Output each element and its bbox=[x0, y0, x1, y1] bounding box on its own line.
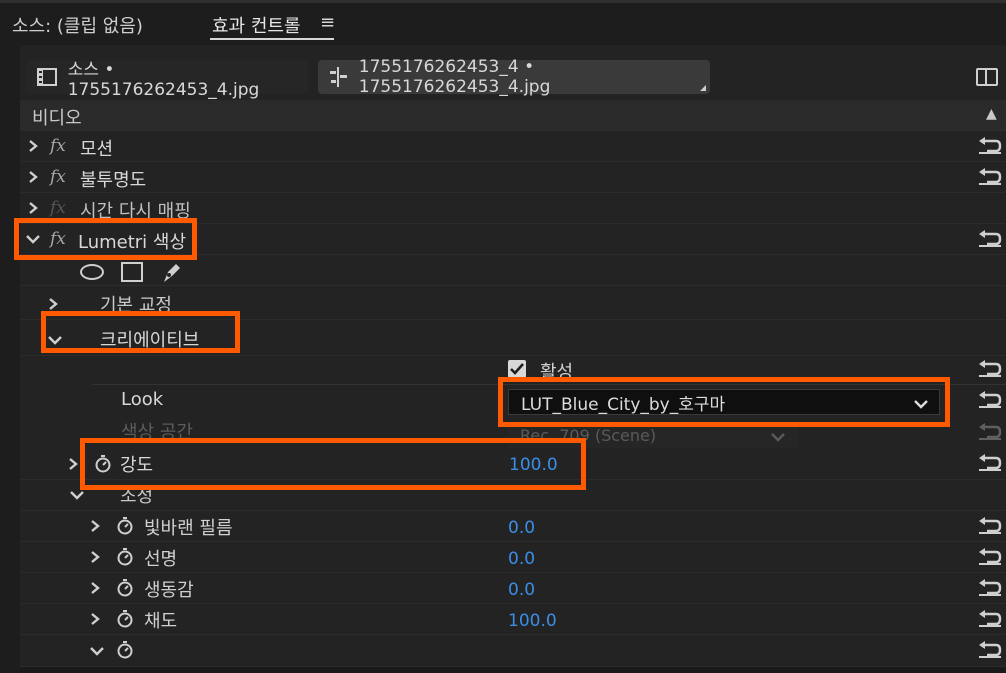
reset-icon[interactable] bbox=[978, 547, 1002, 567]
reset-icon[interactable] bbox=[978, 640, 1002, 660]
dropdown-corner-icon bbox=[700, 85, 706, 91]
ellipse-mask-icon[interactable] bbox=[80, 264, 104, 280]
effect-row-opacity[interactable]: fx 불투명도 bbox=[20, 162, 1006, 193]
highlight-intensity bbox=[80, 438, 586, 490]
highlight-creative bbox=[41, 311, 240, 353]
param-label: 생동감 bbox=[144, 580, 194, 601]
sequence-clip-chip[interactable]: 1755176262453_4 • 1755176262453_4.jpg bbox=[318, 57, 710, 97]
chevron-right-icon[interactable] bbox=[84, 608, 106, 630]
stopwatch-icon[interactable] bbox=[116, 641, 134, 659]
chevron-down-icon[interactable] bbox=[86, 640, 108, 662]
effect-label: 불투명도 bbox=[80, 170, 147, 191]
active-tab-underline bbox=[210, 38, 334, 40]
source-clip-label: 소스 • 1755176262453_4.jpg bbox=[67, 59, 260, 100]
reset-icon[interactable] bbox=[978, 516, 1002, 536]
reset-icon[interactable] bbox=[978, 167, 1002, 187]
chevron-right-icon[interactable] bbox=[22, 166, 44, 188]
fx-icon[interactable]: fx bbox=[50, 136, 66, 156]
enable-checkbox[interactable] bbox=[508, 360, 526, 378]
pen-mask-icon[interactable] bbox=[160, 260, 184, 284]
param-label: 선명 bbox=[144, 549, 178, 570]
param-row-sharpen[interactable]: 선명 0.0 bbox=[20, 542, 1006, 573]
video-section-header: 비디오 ▲ bbox=[20, 100, 1006, 131]
stopwatch-icon[interactable] bbox=[116, 548, 134, 566]
reset-icon[interactable] bbox=[978, 609, 1002, 629]
chevron-right-icon[interactable] bbox=[22, 197, 44, 219]
source-tab[interactable]: 소스: (클립 없음) bbox=[12, 12, 143, 38]
param-value[interactable]: 0.0 bbox=[508, 549, 535, 569]
effect-controls-tab[interactable]: 효과 컨트롤 bbox=[212, 12, 301, 38]
sequence-icon bbox=[328, 66, 349, 88]
reset-icon bbox=[978, 422, 1002, 442]
video-section-label: 비디오 bbox=[32, 108, 82, 129]
reset-icon[interactable] bbox=[978, 359, 1002, 379]
fx-icon[interactable]: fx bbox=[50, 167, 66, 187]
reset-icon[interactable] bbox=[978, 453, 1002, 473]
param-value[interactable]: 0.0 bbox=[508, 518, 535, 538]
stopwatch-icon[interactable] bbox=[116, 579, 134, 597]
panel-header bbox=[0, 3, 1006, 45]
stopwatch-icon[interactable] bbox=[116, 610, 134, 628]
film-icon bbox=[36, 66, 58, 88]
collapse-up-icon[interactable]: ▲ bbox=[986, 106, 997, 122]
param-label: 채도 bbox=[144, 611, 178, 632]
param-row-vibrance[interactable]: 생동감 0.0 bbox=[20, 573, 1006, 604]
param-value[interactable]: 100.0 bbox=[508, 611, 557, 631]
sequence-clip-label: 1755176262453_4 • 1755176262453_4.jpg bbox=[358, 57, 551, 97]
fx-icon[interactable]: fx bbox=[50, 198, 66, 218]
chevron-right-icon[interactable] bbox=[84, 515, 106, 537]
rectangle-mask-icon[interactable] bbox=[121, 262, 143, 282]
stopwatch-icon[interactable] bbox=[116, 517, 134, 535]
chevron-down-icon bbox=[770, 428, 786, 447]
look-label: Look bbox=[121, 389, 164, 410]
panel-bottom bbox=[20, 667, 1006, 673]
effect-row-motion[interactable]: fx 모션 bbox=[20, 131, 1006, 162]
chevron-right-icon[interactable] bbox=[84, 577, 106, 599]
chevron-right-icon[interactable] bbox=[84, 546, 106, 568]
param-value[interactable]: 0.0 bbox=[508, 580, 535, 600]
chevron-right-icon[interactable] bbox=[22, 135, 44, 157]
panel-toggle-icon[interactable] bbox=[976, 68, 998, 86]
highlight-look-dropdown bbox=[498, 377, 950, 427]
panel-menu-icon[interactable]: ≡ bbox=[320, 12, 335, 33]
param-row-saturation[interactable]: 채도 100.0 bbox=[20, 604, 1006, 635]
reset-icon[interactable] bbox=[978, 136, 1002, 156]
reset-icon[interactable] bbox=[978, 578, 1002, 598]
highlight-lumetri bbox=[14, 218, 197, 260]
param-label: 빛바랜 필름 bbox=[144, 518, 233, 539]
param-row-unnamed[interactable] bbox=[20, 635, 1006, 667]
reset-icon[interactable] bbox=[978, 229, 1002, 249]
source-clip-chip[interactable]: 소스 • 1755176262453_4.jpg bbox=[26, 60, 308, 100]
effect-label: 모션 bbox=[80, 139, 114, 160]
reset-icon[interactable] bbox=[978, 390, 1002, 410]
param-row-faded-film[interactable]: 빛바랜 필름 0.0 bbox=[20, 511, 1006, 542]
